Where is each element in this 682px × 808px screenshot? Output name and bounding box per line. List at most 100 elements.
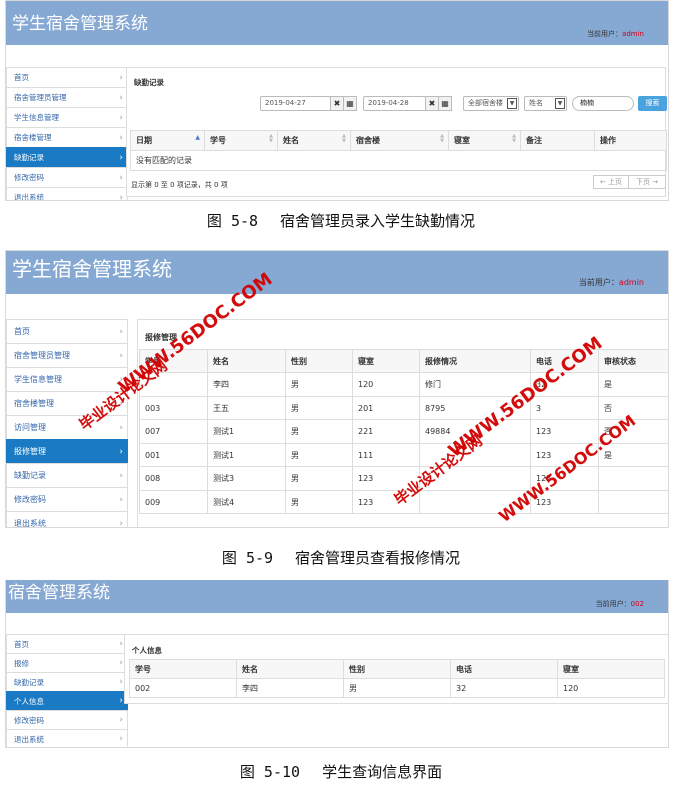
fig8-caption: 图 5-8 宿舍管理员录入学生缺勤情况 xyxy=(206,212,476,230)
fig9-sidebar: 首页 › 宿舍管理员管理 › 学生信息管理 › 宿舍楼管理 › 访问管理 › 报修管理 › … xyxy=(6,319,128,528)
col-name: 姓名 xyxy=(236,659,344,679)
col-gender: 性别 xyxy=(343,659,451,679)
clear-icon[interactable]: ✖ xyxy=(425,96,439,111)
fig8-absence-panel: 缺勤记录 2019-04-27 ✖ ▦ 2019-04-28 ✖ ▦ 全部宿舍楼… xyxy=(126,67,667,197)
col-student-id: 学号 xyxy=(129,659,237,679)
col-remark: 备注 xyxy=(520,130,595,151)
chevron-right-icon: › xyxy=(119,696,123,706)
fig8-footer-text: 显示第 0 至 0 项记录，共 0 项 xyxy=(131,181,228,189)
chevron-down-icon: ▼ xyxy=(507,98,517,109)
fig9-user-name[interactable]: admin xyxy=(619,278,644,287)
fig8-search-input[interactable]: 楠楠 xyxy=(572,96,634,111)
col-building[interactable]: 宿舍楼 ▲ ▼ xyxy=(350,130,449,151)
fig9-menu-home[interactable]: 首页 › xyxy=(6,319,128,343)
fig8-menu-absence[interactable]: 缺勤记录 › xyxy=(6,147,128,167)
fig10-panel-title: 个人信息 xyxy=(132,646,162,655)
chevron-right-icon: › xyxy=(119,715,123,725)
chevron-right-icon: › xyxy=(119,152,123,163)
fig9-caption: 图 5-9 宿舍管理员查看报修情况 xyxy=(221,549,461,567)
col-room[interactable]: 寝室 ▲ ▼ xyxy=(448,130,521,151)
chevron-right-icon: › xyxy=(119,326,123,337)
fig8-app-title: 学生宿舍管理系统 xyxy=(12,14,148,34)
fig9-menu-student-info[interactable]: 学生信息管理 › xyxy=(6,367,128,391)
fig10-header: 宿舍管理系统 当前用户：002 xyxy=(6,580,668,613)
fig10-menu-logout[interactable]: 退出系统 › xyxy=(6,729,128,747)
table-header-row: 日期 ▲ 学号 ▲ ▼ 姓名 ▲ ▼ 宿舍楼 ▲ ▼ 寝室 ▲ ▼ 备注 操作 xyxy=(130,130,667,151)
fig9-app-title: 学生宿舍管理系统 xyxy=(12,257,172,281)
fig8-menu-building[interactable]: 宿舍楼管理 › xyxy=(6,127,128,147)
fig8-menu-password[interactable]: 修改密码 › xyxy=(6,167,128,187)
sort-icon: ▲ ▼ xyxy=(342,133,346,144)
fig9-screenshot: 学生宿舍管理系统 当前用户：admin 首页 › 宿舍管理员管理 › 学生信息管理 ›… xyxy=(5,250,669,528)
fig8-sidebar: 首页 › 宿舍管理员管理 › 学生信息管理 › 宿舍楼管理 › 缺勤记录 › 修改密码 › … xyxy=(6,67,128,201)
col-action: 操作 xyxy=(594,130,667,151)
col-student-id[interactable]: 学号 ▲ ▼ xyxy=(204,130,278,151)
fig8-menu-student-info[interactable]: 学生信息管理 › xyxy=(6,107,128,127)
col-date[interactable]: 日期 ▲ xyxy=(130,130,205,151)
fig9-menu-repair[interactable]: 报修管理 › xyxy=(6,439,128,463)
fig10-menu-profile[interactable]: 个人信息 › xyxy=(6,691,128,710)
fig10-menu-repair[interactable]: 报修 › xyxy=(6,653,128,672)
chevron-right-icon: › xyxy=(119,446,123,457)
fig9-menu-absence[interactable]: 缺勤记录 › xyxy=(6,463,128,487)
fig9-menu-dorm-admin[interactable]: 宿舍管理员管理 › xyxy=(6,343,128,367)
fig10-app-title: 宿舍管理系统 xyxy=(8,583,110,603)
fig9-current-user: 当前用户：admin xyxy=(578,278,644,287)
fig8-search-button[interactable]: 搜索 xyxy=(638,96,667,111)
clear-icon[interactable]: ✖ xyxy=(330,96,344,111)
col-name[interactable]: 姓名 ▲ ▼ xyxy=(277,130,351,151)
chevron-right-icon: › xyxy=(119,422,123,433)
fig10-screenshot: 宿舍管理系统 当前用户：002 首页 › 报修 › 缺勤记录 › 个人信息 › 修改密码… xyxy=(5,580,669,748)
fig8-user-name[interactable]: admin xyxy=(622,30,644,38)
fig8-absence-table: 日期 ▲ 学号 ▲ ▼ 姓名 ▲ ▼ 宿舍楼 ▲ ▼ 寝室 ▲ ▼ 备注 操作 没有匹配的记录 xyxy=(130,130,667,171)
fig8-empty-text: 没有匹配的记录 xyxy=(130,150,667,171)
sort-asc-icon: ▲ xyxy=(195,134,200,141)
sort-icon: ▲ ▼ xyxy=(512,133,516,144)
fig8-menu-logout[interactable]: 退出系统 › xyxy=(6,187,128,201)
fig10-profile-table: 学号 姓名 性别 电话 寝室 002 李四男 32 120 xyxy=(129,659,665,698)
chevron-right-icon: › xyxy=(119,132,123,143)
sort-icon: ▲ ▼ xyxy=(269,133,273,144)
fig8-prev-page[interactable]: ← 上页 xyxy=(593,175,629,189)
fig9-menu-logout[interactable]: 退出系统 › xyxy=(6,511,128,528)
col-repair: 报修情况 xyxy=(419,349,531,373)
calendar-icon[interactable]: ▦ xyxy=(343,96,357,111)
fig9-header: 学生宿舍管理系统 当前用户：admin xyxy=(6,251,668,294)
fig8-menu-dorm-admin[interactable]: 宿舍管理员管理 › xyxy=(6,87,128,107)
fig10-menu-home[interactable]: 首页 › xyxy=(6,634,128,653)
chevron-right-icon: › xyxy=(119,112,123,123)
col-status: 审核状态 xyxy=(598,349,668,373)
fig9-menu-password[interactable]: 修改密码 › xyxy=(6,487,128,511)
col-room: 寝室 xyxy=(352,349,420,373)
fig10-current-user: 当前用户：002 xyxy=(595,600,644,608)
fig10-menu-password[interactable]: 修改密码 › xyxy=(6,710,128,729)
col-name: 姓名 xyxy=(207,349,286,373)
fig9-menu-visit[interactable]: 访问管理 › xyxy=(6,415,128,439)
fig10-caption: 图 5-10 学生查询信息界面 xyxy=(239,763,443,781)
fig8-building-select[interactable]: 全部宿舍楼 ▼ xyxy=(463,96,519,111)
fig10-profile-panel: 个人信息 学号 姓名 性别 电话 寝室 002 李四男 32 120 xyxy=(124,634,668,704)
calendar-icon[interactable]: ▦ xyxy=(438,96,452,111)
fig10-user-name[interactable]: 002 xyxy=(631,600,644,608)
chevron-right-icon: › xyxy=(119,518,123,528)
sort-icon: ▲ ▼ xyxy=(440,133,444,144)
chevron-right-icon: › xyxy=(119,172,123,183)
chevron-right-icon: › xyxy=(119,494,123,505)
fig8-date-from[interactable]: 2019-04-27 xyxy=(260,96,332,111)
table-row: 003 王五男 201 8795 3 否 xyxy=(139,396,668,420)
fig10-menu-absence[interactable]: 缺勤记录 › xyxy=(6,672,128,691)
chevron-right-icon: › xyxy=(119,658,123,668)
fig8-next-page[interactable]: 下页 → xyxy=(628,175,666,189)
fig8-menu-home[interactable]: 首页 › xyxy=(6,67,128,87)
chevron-right-icon: › xyxy=(119,192,123,201)
col-room: 寝室 xyxy=(557,659,665,679)
fig8-field-select[interactable]: 姓名 ▼ xyxy=(524,96,567,111)
fig8-date-to[interactable]: 2019-04-28 xyxy=(363,96,427,111)
table-row: 李四男 120 修门 32 是 xyxy=(139,372,668,397)
table-header-row: 学号 姓名 性别 电话 寝室 xyxy=(129,659,665,679)
col-gender: 性别 xyxy=(285,349,353,373)
chevron-right-icon: › xyxy=(119,92,123,103)
chevron-right-icon: › xyxy=(119,734,123,744)
table-row: 002 李四男 32 120 xyxy=(129,678,665,698)
chevron-down-icon: ▼ xyxy=(555,98,565,109)
